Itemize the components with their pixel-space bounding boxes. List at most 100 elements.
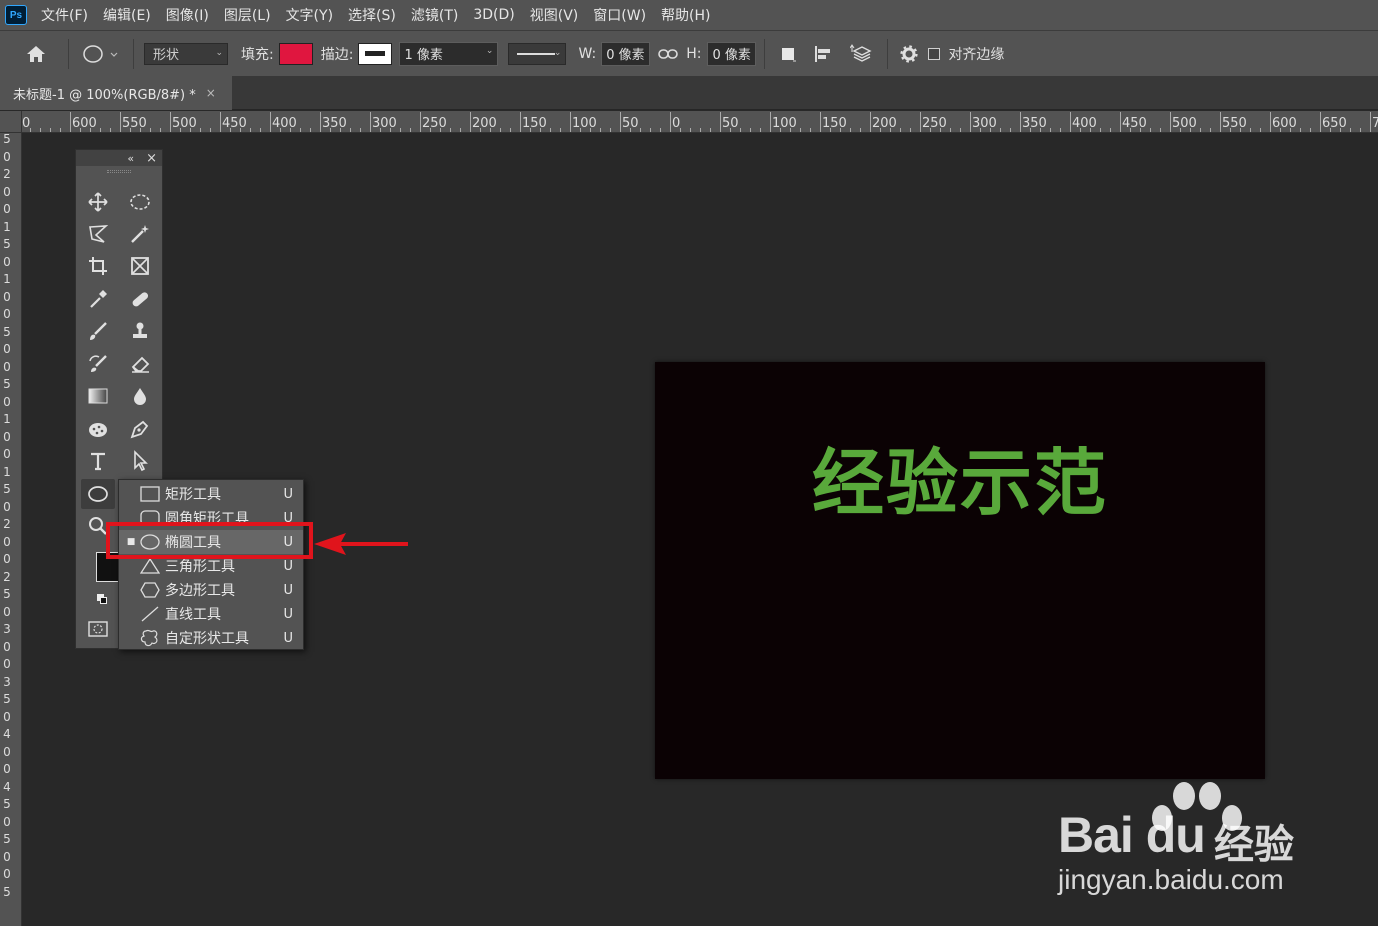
menu-layer[interactable]: 图层(L) bbox=[224, 5, 271, 25]
close-icon[interactable]: × bbox=[206, 86, 216, 100]
stroke-type-select[interactable]: ⌄ bbox=[508, 42, 567, 65]
ruler-minor-tick bbox=[1040, 128, 1041, 132]
gradient-tool[interactable] bbox=[82, 381, 114, 411]
ruler-label: 600 bbox=[1272, 116, 1297, 131]
ruler-tick bbox=[1070, 112, 1071, 132]
menu-help[interactable]: 帮助(H) bbox=[661, 5, 710, 25]
ruler-label: 5 bbox=[3, 692, 11, 706]
settings-button[interactable] bbox=[896, 44, 922, 63]
separator bbox=[887, 38, 889, 69]
ruler-label: 3 bbox=[3, 674, 11, 689]
ruler-label: 0 bbox=[3, 639, 11, 654]
link-dimensions-button[interactable] bbox=[650, 48, 686, 60]
gradient-icon bbox=[88, 388, 108, 404]
menu-window[interactable]: 窗口(W) bbox=[593, 5, 646, 25]
collapse-icon[interactable]: « bbox=[127, 152, 134, 165]
rectangle-icon bbox=[140, 486, 160, 502]
ruler-minor-tick bbox=[490, 128, 491, 132]
ruler-tick bbox=[820, 112, 821, 132]
path-alignment-button[interactable] bbox=[803, 44, 843, 64]
history-brush-tool[interactable] bbox=[82, 349, 114, 379]
ruler-minor-tick bbox=[900, 128, 901, 132]
ruler-minor-tick bbox=[150, 128, 151, 132]
path-operations-button[interactable] bbox=[773, 45, 803, 63]
ruler-minor-tick bbox=[180, 128, 181, 132]
brush-tool[interactable] bbox=[82, 316, 114, 346]
move-tool[interactable] bbox=[82, 187, 114, 217]
document-canvas[interactable]: 经验示范 bbox=[655, 362, 1265, 779]
elliptical-marquee-tool[interactable] bbox=[124, 187, 156, 217]
align-edges-checkbox[interactable] bbox=[928, 47, 941, 60]
width-label: W: bbox=[578, 45, 597, 62]
stroke-width-input[interactable]: 1 像素 ⌄ bbox=[399, 41, 499, 66]
blur-tool[interactable] bbox=[124, 381, 156, 411]
ruler-minor-tick bbox=[310, 128, 311, 132]
menu-select[interactable]: 选择(S) bbox=[348, 5, 396, 25]
magic-wand-tool[interactable] bbox=[124, 219, 156, 249]
clone-stamp-tool[interactable] bbox=[124, 316, 156, 346]
custom-shape-tool-item[interactable]: 自定形状工具 U bbox=[119, 626, 303, 650]
path-arrangement-button[interactable] bbox=[843, 43, 879, 64]
bandage-icon bbox=[132, 292, 149, 307]
menu-file[interactable]: 文件(F) bbox=[41, 5, 88, 25]
frame-icon bbox=[131, 257, 149, 275]
ruler-label: 0 bbox=[3, 342, 11, 356]
ruler-minor-tick bbox=[1340, 128, 1341, 132]
photoshop-logo: Ps bbox=[5, 5, 27, 25]
ruler-minor-tick bbox=[390, 128, 391, 132]
default-colors-icon[interactable] bbox=[97, 594, 107, 604]
close-icon[interactable]: × bbox=[146, 151, 157, 166]
ruler-label: 5 bbox=[3, 884, 11, 899]
rectangle-tool-item[interactable]: 矩形工具 U bbox=[119, 482, 303, 506]
line-tool-item[interactable]: 直线工具 U bbox=[119, 602, 303, 626]
ruler-label: 450 bbox=[1122, 116, 1147, 131]
document-tab[interactable]: 未标题-1 @ 100%(RGB/8#) * × bbox=[0, 76, 232, 110]
pen-tool[interactable] bbox=[124, 414, 156, 444]
ruler-minor-tick bbox=[450, 128, 451, 132]
menu-view[interactable]: 视图(V) bbox=[530, 5, 579, 25]
menu-type[interactable]: 文字(Y) bbox=[286, 5, 333, 25]
polygon-tool-item[interactable]: 多边形工具 U bbox=[119, 578, 303, 602]
shortcut-key: U bbox=[283, 582, 293, 598]
crop-tool[interactable] bbox=[82, 251, 114, 281]
frame-tool[interactable] bbox=[124, 251, 156, 281]
tool-preset-picker[interactable] bbox=[77, 44, 125, 64]
height-label: H: bbox=[686, 45, 702, 62]
ruler-minor-tick bbox=[1290, 128, 1291, 132]
ruler-minor-tick bbox=[200, 128, 201, 132]
ruler-label: 4 bbox=[3, 727, 11, 741]
eyedropper-tool[interactable] bbox=[82, 284, 114, 314]
annotation-arrow-icon bbox=[314, 533, 408, 555]
ruler-label: 0 bbox=[3, 289, 11, 304]
width-input[interactable]: 0 像素 bbox=[601, 41, 651, 66]
type-tool[interactable] bbox=[82, 446, 114, 476]
ruler-minor-tick bbox=[1050, 128, 1051, 132]
spot-healing-brush-tool[interactable] bbox=[124, 284, 156, 314]
ruler-minor-tick bbox=[1060, 128, 1061, 132]
menu-edit[interactable]: 编辑(E) bbox=[103, 5, 151, 25]
stroke-color-swatch[interactable] bbox=[358, 42, 393, 65]
fill-color-swatch[interactable] bbox=[278, 42, 313, 65]
ruler-tick bbox=[70, 112, 71, 132]
eraser-tool[interactable] bbox=[124, 349, 156, 379]
menu-3d[interactable]: 3D(D) bbox=[473, 7, 514, 23]
ruler-label: 0 bbox=[3, 552, 11, 566]
home-button[interactable] bbox=[18, 44, 54, 64]
path-selection-tool[interactable] bbox=[124, 446, 156, 476]
menu-image[interactable]: 图像(I) bbox=[166, 5, 209, 25]
ruler-minor-tick bbox=[50, 128, 51, 132]
panel-grip[interactable] bbox=[76, 166, 162, 176]
dodge-tool[interactable] bbox=[82, 414, 114, 444]
horizontal-ruler[interactable]: 0 600 550 500 450 400 350 300 250 200 150 100 50 0 50 1… bbox=[0, 111, 1378, 133]
menu-filter[interactable]: 滤镜(T) bbox=[411, 5, 458, 25]
height-input[interactable]: 0 像素 bbox=[707, 41, 757, 66]
tool-mode-select[interactable]: 形状 ⌄ bbox=[144, 42, 228, 65]
ellipse-tool-active[interactable] bbox=[81, 479, 115, 509]
menu-bar: Ps 文件(F) 编辑(E) 图像(I) 图层(L) 文字(Y) 选择(S) 滤… bbox=[0, 0, 1378, 30]
vertical-ruler[interactable]: 5 0 2 0 0 1 5 0 1 0 0 5 0 0 5 0 1 0 0 1 5 0 2 0 0 2 5 0 3 0 0 3 5 0 4 0 0 4 5 0… bbox=[0, 133, 22, 926]
quick-mask-button[interactable] bbox=[82, 614, 114, 644]
ruler-tick bbox=[620, 112, 621, 132]
ruler-label: 0 bbox=[3, 359, 11, 374]
polygonal-lasso-tool[interactable] bbox=[82, 219, 114, 249]
ruler-label: 2 bbox=[3, 517, 11, 531]
